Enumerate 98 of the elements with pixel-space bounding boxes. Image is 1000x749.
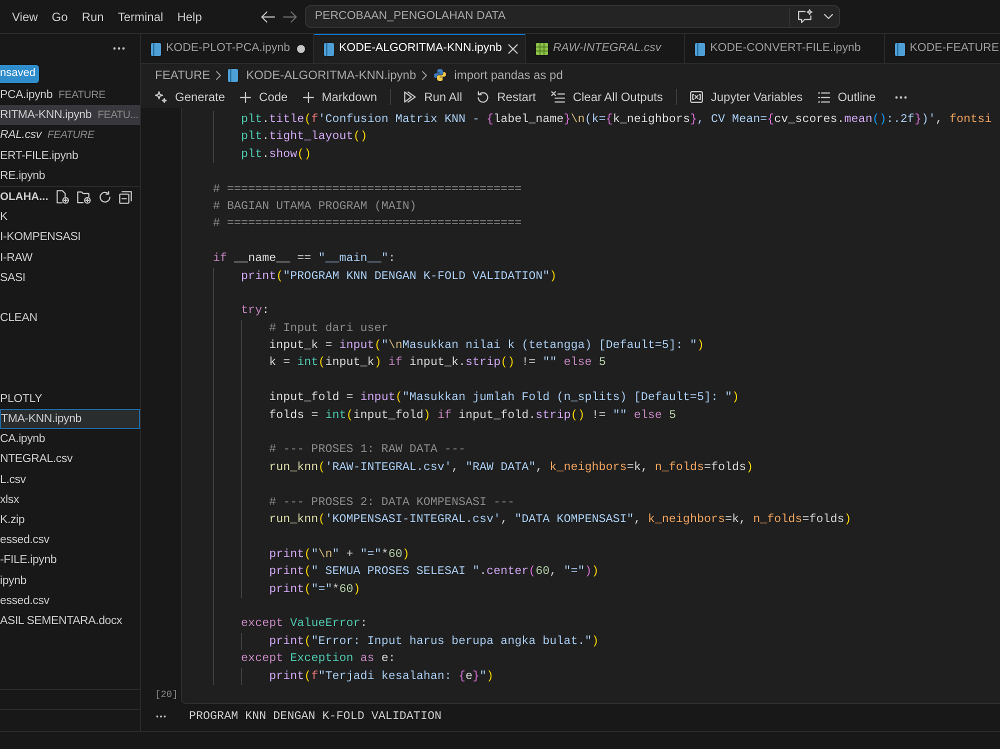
code-line: # ==========================================	[213, 216, 522, 230]
restart-icon	[477, 91, 490, 103]
open-editor-item[interactable]: PCA.ipynb FEATURE	[0, 85, 140, 106]
forward-arrow-icon[interactable]	[282, 10, 297, 22]
explorer-item[interactable]: CA.ipynb	[0, 429, 140, 450]
execution-count: [20]	[154, 688, 179, 702]
explorer-item[interactable]: CLEAN	[0, 308, 140, 328]
close-icon[interactable]	[508, 44, 518, 54]
explorer-item[interactable]: xlsx	[0, 490, 140, 510]
code-line: print("Error: Input harus berupa angka bulat.")	[269, 634, 599, 648]
explorer-item[interactable]: essed.csv	[0, 590, 140, 611]
variables-icon	[690, 91, 703, 103]
toolbar-button[interactable]: Jupyter Variables	[686, 87, 807, 107]
code-line: # ==========================================	[213, 182, 522, 196]
notebook-file-icon	[151, 42, 161, 56]
menu-item[interactable]: View	[5, 8, 45, 26]
toolbar-button[interactable]: Markdown	[298, 87, 382, 107]
explorer-item[interactable]: -FILE.ipynb	[0, 550, 140, 571]
notebook-file-icon	[324, 42, 334, 56]
refresh-icon[interactable]	[99, 191, 112, 204]
code-line: plt.tight_layout()	[241, 129, 368, 144]
code-line: try:	[241, 303, 270, 318]
editor-tab[interactable]: KODE-ALGORITMA-KNN.ipynb	[314, 34, 526, 63]
toolbar-button[interactable]: Run All	[400, 87, 466, 107]
toolbar-button[interactable]: Generate	[151, 87, 230, 107]
explorer-item[interactable]: PLOTLY	[0, 388, 140, 410]
chevron-right-icon	[216, 70, 222, 80]
code-line: # BAGIAN UTAMA PROGRAM (MAIN)	[213, 198, 416, 213]
plus-icon	[240, 92, 252, 102]
code-line: folds = int(input_fold) if input_fold.strip() != "" else 5	[269, 408, 676, 422]
command-center[interactable]: PERCOBAAN_PENGOLAHAN DATA	[304, 5, 840, 28]
code-line: input_k = input("\nMasukkan nilai k (tetangga) [Default=5]: ")	[269, 338, 704, 352]
code-line: k = int(input_k) if input_k.strip() != "" else 5	[269, 355, 606, 370]
code-line: # Input dari user	[269, 320, 388, 335]
back-arrow-icon[interactable]	[260, 10, 275, 22]
code-line: input_fold = input("Masukkan jumlah Fold (n_splits) [Default=5]: ")	[269, 390, 740, 404]
toolbar-button[interactable]: Restart	[473, 87, 540, 107]
code-line: run_knn('RAW-INTEGRAL.csv', "RAW DATA", k_neighbors=k, n_folds=folds)	[269, 460, 754, 474]
code-line: print("PROGRAM KNN DENGAN K-FOLD VALIDATION")	[241, 268, 557, 283]
toolbar-button[interactable]: Clear All Outputs	[546, 87, 667, 107]
explorer-item[interactable]: I-RAW	[0, 248, 140, 268]
chevron-right-icon	[422, 70, 428, 80]
open-editor-item[interactable]: RE.ipynb	[0, 166, 140, 186]
explorer-item[interactable]: SASI	[0, 268, 140, 288]
code-line: plt.title(f'Confusion Matrix KNN - {label_name}\n(k={k_neighbors}, CV Mean={cv_scores.mean():.2f})', fontsi	[241, 112, 992, 126]
breadcrumb-item[interactable]: KODE-ALGORITMA-KNN.ipynb	[228, 66, 416, 84]
menu-item[interactable]: Help	[170, 8, 209, 26]
chevron-down-icon[interactable]	[824, 14, 833, 19]
code-line: except Exception as e:	[241, 651, 396, 666]
breadcrumb-item[interactable]: FEATURE	[155, 66, 210, 84]
notebook-file-icon	[228, 68, 238, 82]
output-text: PROGRAM KNN DENGAN K-FOLD VALIDATION	[189, 708, 442, 724]
explorer-item[interactable]: K.zip	[0, 510, 140, 530]
breadcrumb-item[interactable]: import pandas as pd	[434, 66, 563, 84]
more-icon[interactable]	[113, 46, 125, 50]
menu-item[interactable]: Terminal	[110, 8, 170, 26]
python-icon	[434, 69, 446, 81]
new-folder-icon[interactable]	[77, 190, 92, 204]
chat-sparkle-icon[interactable]	[796, 9, 813, 24]
explorer-item[interactable]: ASIL SEMENTARA.docx	[0, 610, 140, 632]
code-line: except ValueError:	[241, 616, 368, 630]
open-editor-item[interactable]: RAL.csv FEATURE	[0, 125, 140, 146]
new-file-icon[interactable]	[56, 190, 70, 204]
notebook-file-icon	[894, 42, 905, 56]
explorer-item[interactable]: TMA-KNN.ipynb	[0, 409, 140, 430]
code-line: run_knn('KOMPENSASI-INTEGRAL.csv', "DATA KOMPENSASI", k_neighbors=k, n_folds=folds)	[269, 512, 852, 526]
more-icon[interactable]	[156, 714, 166, 718]
open-editor-item[interactable]: RITMA-KNN.ipynb FEATU...	[0, 105, 140, 126]
code-line: print("="*60)	[269, 582, 360, 596]
code-line: plt.show()	[241, 146, 312, 161]
explorer-item[interactable]: ipynb	[0, 570, 140, 591]
code-line: print(f"Terjadi kesalahan: {e}")	[269, 668, 494, 682]
toolbar-button[interactable]: Outline	[814, 87, 880, 107]
code-line: # --- PROSES 1: RAW DATA ---	[269, 442, 466, 456]
menu-item[interactable]: Run	[74, 8, 111, 26]
outline-icon	[818, 92, 830, 102]
clear-all-icon	[550, 91, 565, 103]
explorer-item[interactable]: L.csv	[0, 470, 140, 490]
run-all-icon	[404, 91, 416, 103]
code-line: print("\n" + "="*60)	[269, 546, 410, 561]
table-file-icon	[536, 43, 548, 55]
menu-item[interactable]: Go	[44, 8, 75, 26]
unsaved-badge: nsaved	[0, 64, 40, 82]
explorer-item[interactable]: NTEGRAL.csv	[0, 449, 140, 470]
folder-title[interactable]: OLAHA...	[0, 188, 48, 206]
toolbar-button[interactable]: Code	[236, 87, 292, 107]
code-line: if __name__ == "__main__":	[213, 251, 396, 266]
plus-icon	[302, 92, 314, 102]
open-editor-item[interactable]: ERT-FILE.ipynb	[0, 146, 140, 166]
explorer-item[interactable]: essed.csv	[0, 530, 140, 550]
more-icon[interactable]	[894, 96, 907, 98]
collapse-icon[interactable]	[119, 190, 132, 204]
explorer-item[interactable]: I-KOMPENSASI	[0, 227, 140, 248]
code-line: print(" SEMUA PROSES SELESAI ".center(60, "="))	[269, 564, 599, 578]
code-line: # --- PROSES 2: DATA KOMPENSASI ---	[269, 494, 515, 509]
notebook-file-icon	[695, 42, 706, 56]
explorer-item[interactable]: K	[0, 207, 140, 228]
sparkle-icon	[155, 91, 167, 103]
